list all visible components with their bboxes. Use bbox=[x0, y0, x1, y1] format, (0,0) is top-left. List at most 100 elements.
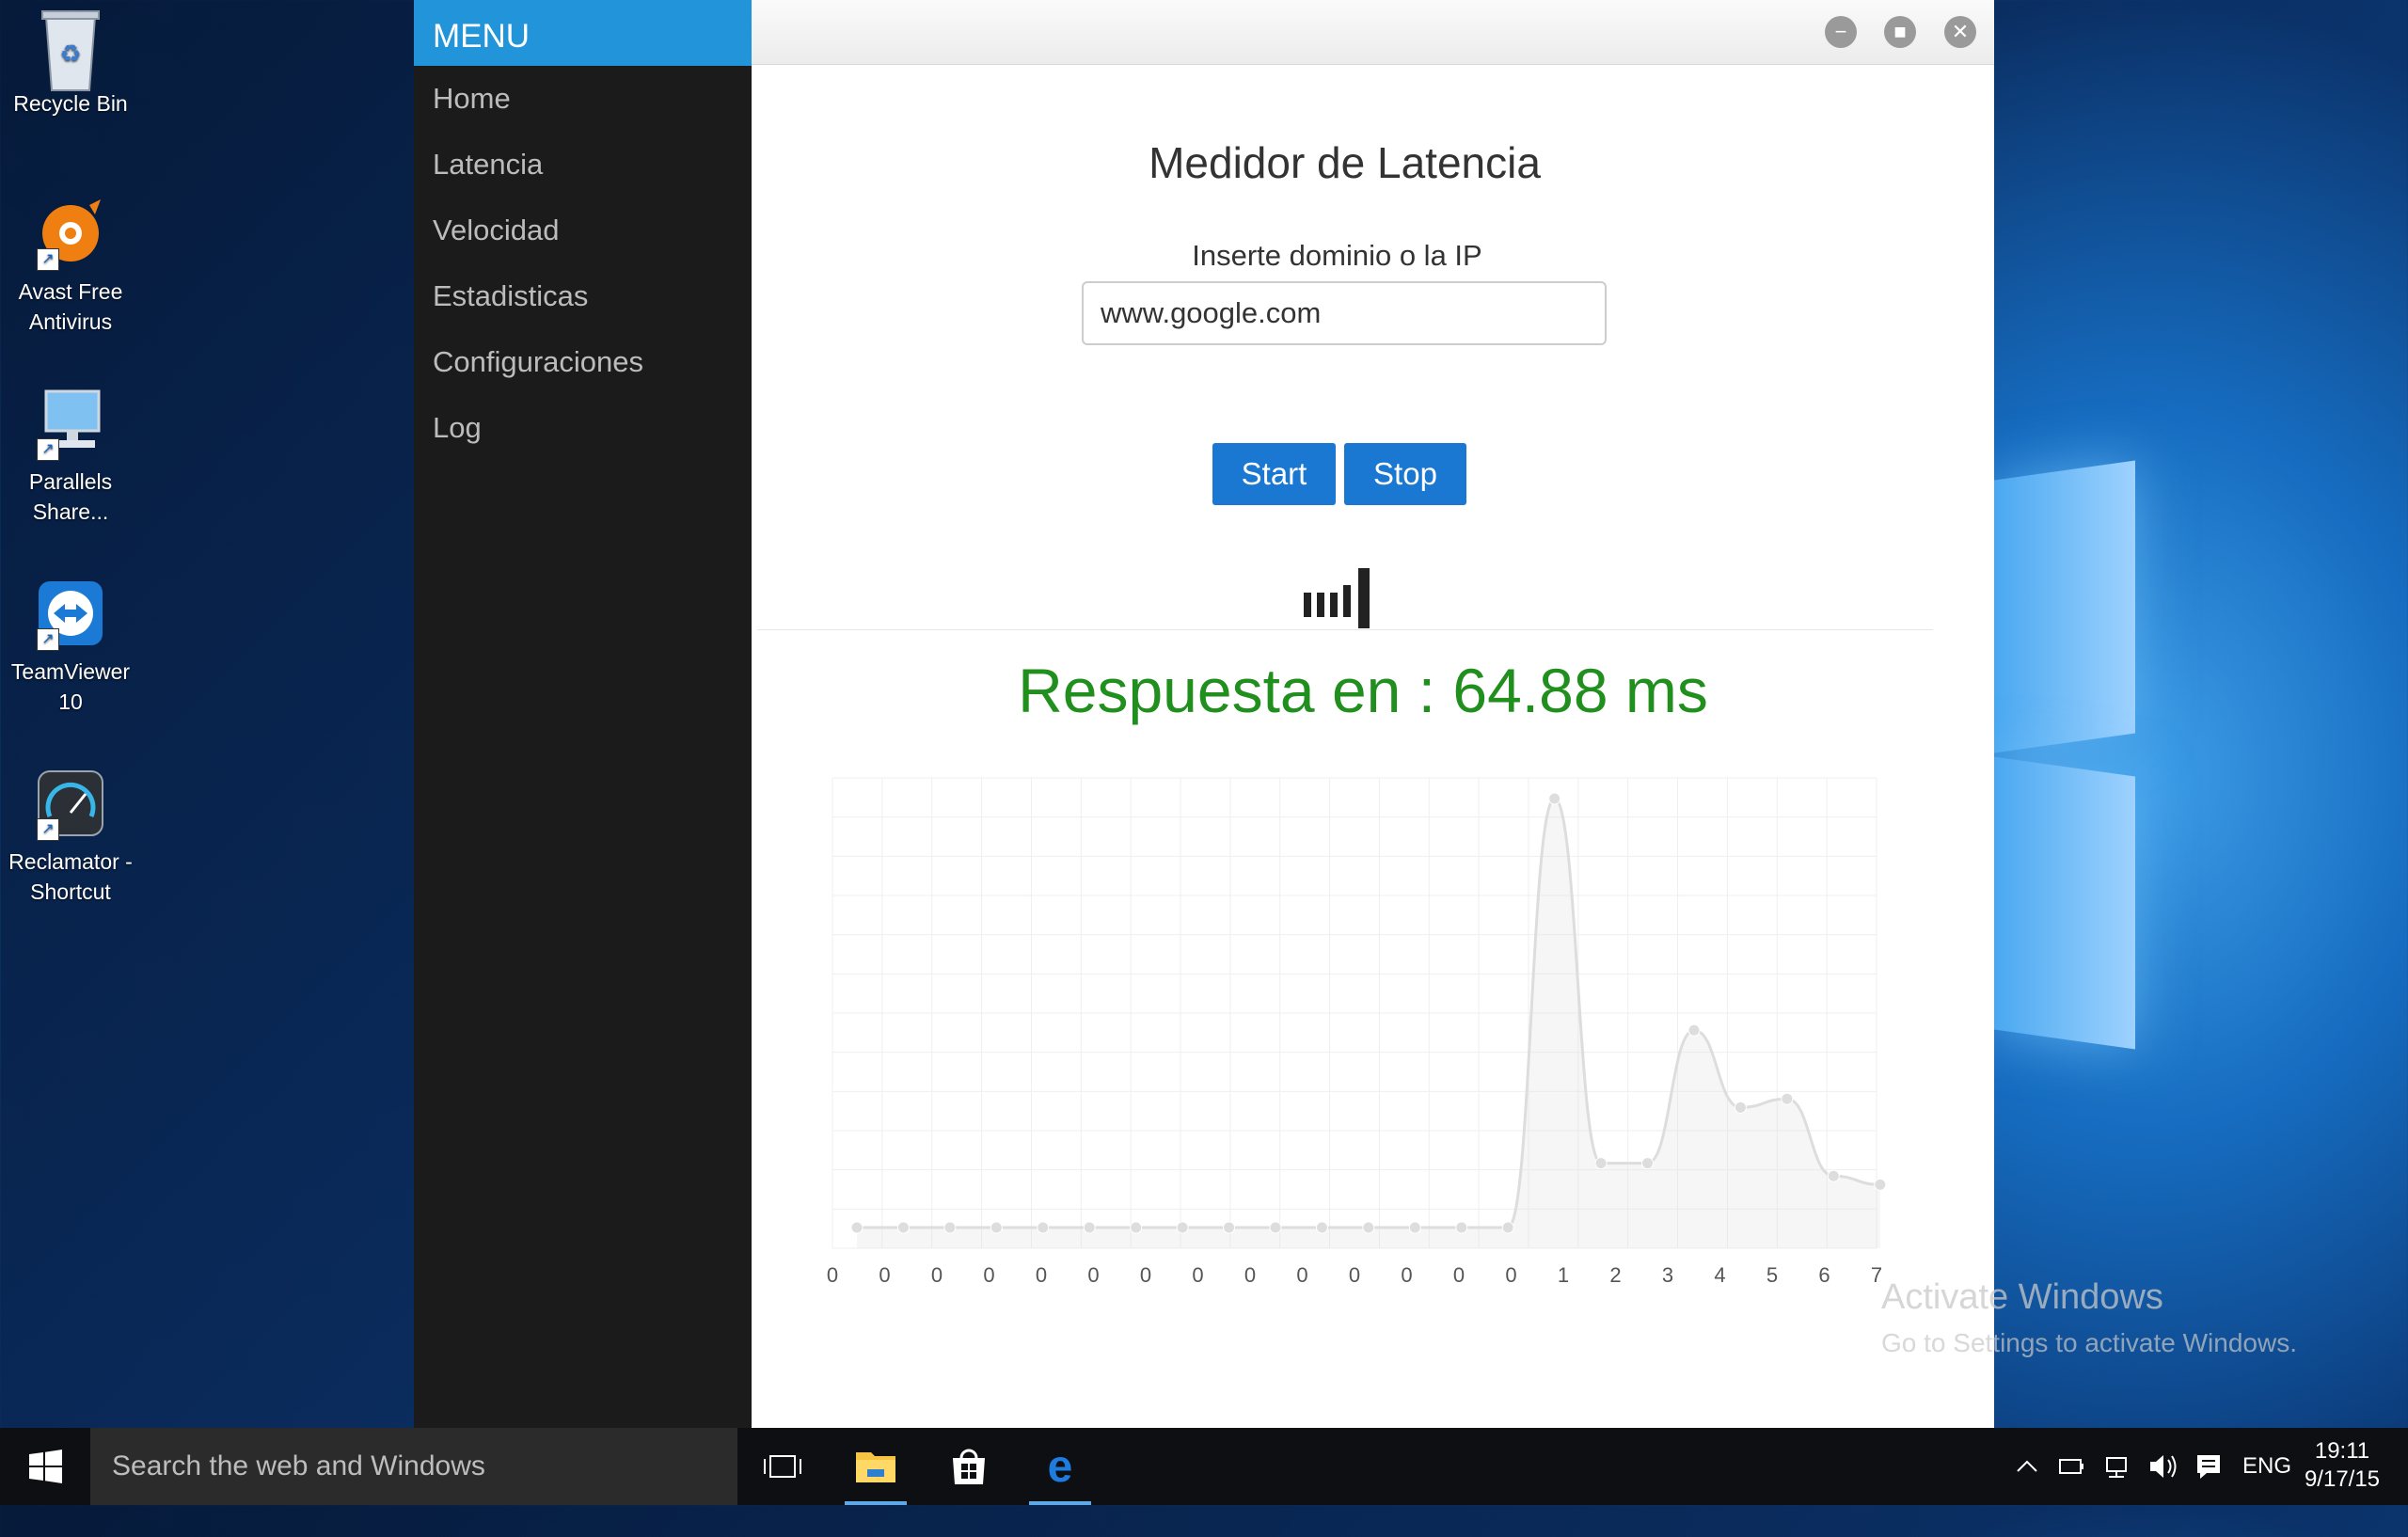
x-tick-label: 0 bbox=[1349, 1263, 1360, 1287]
show-hidden-icons-button[interactable] bbox=[2013, 1428, 2041, 1505]
notification-icon bbox=[2197, 1455, 2220, 1479]
x-tick-label: 2 bbox=[1609, 1263, 1621, 1287]
desktop-icon-reclamator[interactable]: ↗ Reclamator - Shortcut bbox=[0, 758, 141, 907]
data-point bbox=[1501, 1221, 1514, 1234]
x-tick-label: 0 bbox=[1453, 1263, 1465, 1287]
sidebar-item-configuraciones[interactable]: Configuraciones bbox=[414, 329, 752, 395]
windows-start-icon bbox=[29, 1450, 62, 1483]
sidebar-item-estadisticas[interactable]: Estadisticas bbox=[414, 263, 752, 329]
desktop-icon-avast[interactable]: ↗ Avast Free Antivirus bbox=[0, 188, 141, 337]
battery-icon bbox=[2059, 1459, 2083, 1474]
chevron-up-icon bbox=[2017, 1460, 2037, 1472]
x-tick-label: 0 bbox=[931, 1263, 943, 1287]
x-tick-label: 0 bbox=[1140, 1263, 1151, 1287]
store-button[interactable] bbox=[930, 1428, 1007, 1505]
x-tick-label: 0 bbox=[879, 1263, 890, 1287]
app-main: − ■ ✕ Medidor de Latencia Inserte domini… bbox=[752, 0, 1994, 1428]
x-tick-label: 0 bbox=[827, 1263, 838, 1287]
data-point bbox=[1874, 1178, 1887, 1191]
data-point bbox=[896, 1221, 910, 1234]
edge-icon: e bbox=[1048, 1442, 1073, 1492]
data-point bbox=[1548, 792, 1561, 805]
taskbar: Search the web and Windows e ENG 19:11 9… bbox=[0, 1428, 2408, 1505]
x-tick-label: 1 bbox=[1558, 1263, 1569, 1287]
sidebar-item-velocidad[interactable]: Velocidad bbox=[414, 198, 752, 263]
shortcut-arrow-icon: ↗ bbox=[37, 438, 59, 461]
windows-logo-wallpaper bbox=[1994, 460, 2145, 1054]
start-button[interactable]: Start bbox=[1212, 443, 1336, 505]
desktop-icon-label: Parallels Share... bbox=[28, 469, 113, 524]
x-tick-label: 0 bbox=[1401, 1263, 1412, 1287]
data-point bbox=[1362, 1221, 1375, 1234]
volume-tray-button[interactable] bbox=[2147, 1428, 2180, 1505]
desktop-icon-parallels[interactable]: ↗ Parallels Share... bbox=[0, 378, 141, 527]
x-tick-label: 0 bbox=[1036, 1263, 1047, 1287]
avast-icon: ↗ bbox=[33, 196, 108, 271]
sidebar-item-home[interactable]: Home bbox=[414, 66, 752, 132]
network-tray-button[interactable] bbox=[2101, 1428, 2131, 1505]
data-point bbox=[1315, 1221, 1328, 1234]
network-icon bbox=[2106, 1457, 2127, 1478]
language-indicator[interactable]: ENG bbox=[2242, 1428, 2291, 1505]
start-button[interactable] bbox=[0, 1428, 90, 1505]
data-point bbox=[1130, 1221, 1143, 1234]
title-bar: − ■ ✕ bbox=[752, 0, 1994, 65]
x-tick-label: 0 bbox=[1505, 1263, 1516, 1287]
desktop-icon-recycle-bin[interactable]: ♻ Recycle Bin bbox=[0, 0, 141, 119]
edge-browser-button[interactable]: e bbox=[1022, 1428, 1099, 1505]
minimize-button[interactable]: − bbox=[1825, 16, 1857, 48]
x-tick-label: 0 bbox=[1244, 1263, 1256, 1287]
task-view-button[interactable] bbox=[744, 1428, 821, 1505]
response-time: Respuesta en : 64.88 ms bbox=[1018, 656, 1708, 725]
x-tick-label: 6 bbox=[1818, 1263, 1830, 1287]
data-point bbox=[1083, 1221, 1096, 1234]
data-point bbox=[1594, 1157, 1608, 1170]
page-title: Medidor de Latencia bbox=[1149, 138, 1541, 187]
folder-icon bbox=[856, 1452, 895, 1482]
divider bbox=[757, 629, 1933, 630]
desktop-icon-label: Avast Free Antivirus bbox=[18, 279, 123, 334]
data-point bbox=[1781, 1092, 1794, 1105]
data-point bbox=[1223, 1221, 1236, 1234]
taskbar-clock[interactable]: 19:11 9/17/15 bbox=[2286, 1437, 2399, 1494]
recycle-bin-icon: ♻ bbox=[33, 8, 108, 91]
close-icon: ✕ bbox=[1951, 20, 1970, 43]
data-point bbox=[1687, 1023, 1701, 1037]
store-icon bbox=[953, 1449, 985, 1484]
series-area bbox=[857, 799, 1880, 1248]
signal-bars-icon bbox=[1304, 555, 1383, 628]
desktop-icon-label: TeamViewer 10 bbox=[10, 659, 131, 714]
x-tick-label: 4 bbox=[1714, 1263, 1725, 1287]
shortcut-arrow-icon: ↗ bbox=[37, 818, 59, 841]
domain-input[interactable] bbox=[1082, 281, 1607, 345]
data-point bbox=[990, 1221, 1003, 1234]
x-tick-label: 5 bbox=[1766, 1263, 1778, 1287]
action-center-button[interactable] bbox=[2192, 1428, 2226, 1505]
data-point bbox=[1827, 1169, 1840, 1182]
x-tick-label: 0 bbox=[1087, 1263, 1099, 1287]
power-tray-button[interactable] bbox=[2056, 1428, 2086, 1505]
app-sidebar: MENU Home Latencia Velocidad Estadistica… bbox=[414, 0, 752, 1428]
file-explorer-button[interactable] bbox=[837, 1428, 914, 1505]
sidebar-item-latencia[interactable]: Latencia bbox=[414, 132, 752, 198]
close-button[interactable]: ✕ bbox=[1944, 16, 1976, 48]
desktop-icon-teamviewer[interactable]: ↗ TeamViewer 10 bbox=[0, 568, 141, 717]
activate-windows-title: Activate Windows bbox=[1881, 1277, 2163, 1317]
desktop-icon-label: Recycle Bin bbox=[13, 91, 128, 116]
data-point bbox=[1176, 1221, 1189, 1234]
sidebar-item-log[interactable]: Log bbox=[414, 395, 752, 461]
data-point bbox=[1269, 1221, 1282, 1234]
menu-header: MENU bbox=[414, 0, 752, 66]
clock-time: 19:11 bbox=[2314, 1438, 2370, 1464]
data-point bbox=[1408, 1221, 1421, 1234]
speaker-icon bbox=[2150, 1455, 2177, 1478]
activate-windows-subtitle: Go to Settings to activate Windows. bbox=[1881, 1328, 2297, 1357]
data-point bbox=[943, 1221, 957, 1234]
stop-button[interactable]: Stop bbox=[1344, 443, 1466, 505]
clock-date: 9/17/15 bbox=[2304, 1466, 2381, 1492]
maximize-button[interactable]: ■ bbox=[1884, 16, 1916, 48]
taskbar-search[interactable]: Search the web and Windows bbox=[90, 1428, 737, 1505]
x-tick-label: 0 bbox=[1192, 1263, 1203, 1287]
svg-text:♻: ♻ bbox=[59, 40, 81, 68]
data-point bbox=[1455, 1221, 1468, 1234]
